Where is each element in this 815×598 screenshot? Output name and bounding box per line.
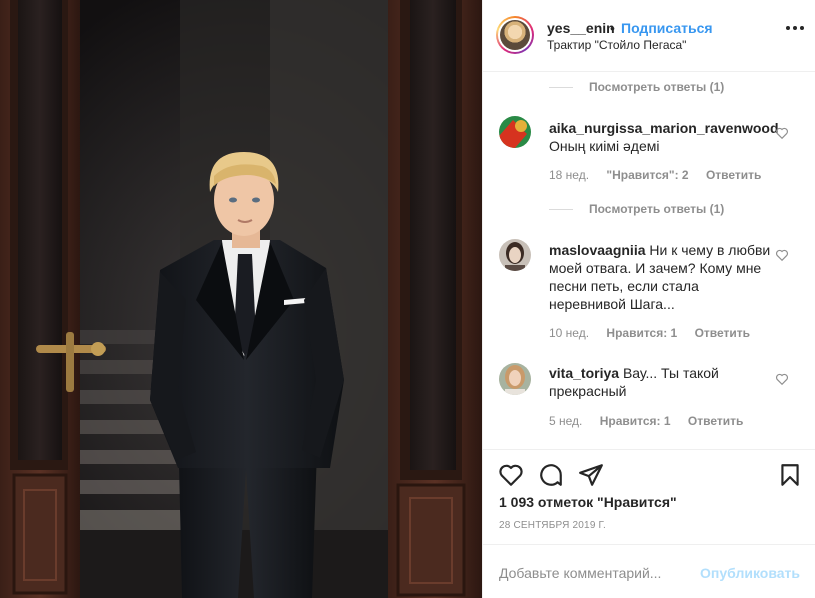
add-comment-bar: Добавьте комментарий... Опубликовать [483, 544, 815, 598]
comment-like-heart-icon[interactable] [775, 248, 789, 262]
post-photo-illustration [0, 0, 482, 598]
commenter-avatar[interactable] [499, 116, 531, 148]
post-location[interactable]: Трактир "Стойло Пегаса" [547, 38, 686, 52]
avatar-image [499, 116, 531, 148]
comment-meta: 10 нед. Нравится: 1 Ответить [549, 326, 750, 340]
comment-bubble-icon[interactable] [538, 462, 564, 488]
more-options-icon[interactable] [786, 25, 804, 31]
post-photo[interactable] [0, 0, 482, 598]
commenter-avatar[interactable] [499, 363, 531, 395]
view-replies-button[interactable]: Посмотреть ответы (1) [549, 202, 724, 216]
comment-time[interactable]: 10 нед. [549, 326, 589, 340]
post-actions: 1 093 отметок "Нравится" 28 СЕНТЯБРЯ 201… [483, 449, 815, 544]
avatar-image [499, 239, 531, 271]
post-side-panel: yes__enin • Подписаться Трактир "Стойло … [482, 0, 815, 598]
replies-line [549, 209, 573, 211]
reply-button[interactable]: Ответить [688, 414, 743, 428]
author-username[interactable]: yes__enin [547, 20, 615, 36]
separator-dot: • [610, 20, 615, 36]
comment-body: Оның киімі әдемі [549, 138, 660, 154]
comment-input[interactable]: Добавьте комментарий... [499, 565, 661, 581]
comment-username[interactable]: maslovaagniia [549, 242, 646, 258]
comment-meta: 18 нед. "Нравится": 2 Ответить [549, 168, 761, 182]
comments-list[interactable]: Посмотреть ответы (1) aika_nurgissa_mari… [483, 73, 815, 449]
author-avatar[interactable] [496, 16, 534, 54]
comment-likes[interactable]: "Нравится": 2 [606, 168, 688, 182]
replies-line [549, 87, 573, 89]
comment-like-heart-icon[interactable] [775, 372, 789, 386]
comment-text: aika_nurgissa_marion_ravenwood Оның киім… [549, 119, 779, 155]
comment-time[interactable]: 18 нед. [549, 168, 589, 182]
bookmark-icon[interactable] [777, 462, 803, 488]
view-replies-label: Посмотреть ответы (1) [589, 80, 725, 94]
commenter-avatar[interactable] [499, 239, 531, 271]
view-replies-label: Посмотреть ответы (1) [589, 202, 725, 216]
comment-likes[interactable]: Нравится: 1 [600, 414, 671, 428]
follow-button[interactable]: Подписаться [621, 20, 713, 36]
reply-button[interactable]: Ответить [706, 168, 761, 182]
avatar-image [499, 363, 531, 395]
comment-text: maslovaagniia Ни к чему в любви моей отв… [549, 241, 771, 313]
comment-username[interactable]: aika_nurgissa_marion_ravenwood [549, 120, 779, 136]
comment-time[interactable]: 5 нед. [549, 414, 582, 428]
comment-meta: 5 нед. Нравится: 1 Ответить [549, 414, 743, 428]
comment-text: vita_toriya Вау... Ты такой прекрасный [549, 364, 771, 400]
likes-count[interactable]: 1 093 отметок "Нравится" [499, 494, 677, 510]
publish-button[interactable]: Опубликовать [700, 565, 800, 581]
heart-icon[interactable] [498, 462, 524, 488]
avatar-image [500, 20, 530, 50]
comment-username[interactable]: vita_toriya [549, 365, 619, 381]
post-header: yes__enin • Подписаться Трактир "Стойло … [483, 0, 815, 72]
post-date[interactable]: 28 СЕНТЯБРЯ 2019 Г. [499, 520, 606, 531]
reply-button[interactable]: Ответить [695, 326, 750, 340]
paper-plane-icon[interactable] [578, 462, 604, 488]
comment-like-heart-icon[interactable] [775, 126, 789, 140]
comment-likes[interactable]: Нравится: 1 [606, 326, 677, 340]
view-replies-button[interactable]: Посмотреть ответы (1) [549, 80, 724, 94]
